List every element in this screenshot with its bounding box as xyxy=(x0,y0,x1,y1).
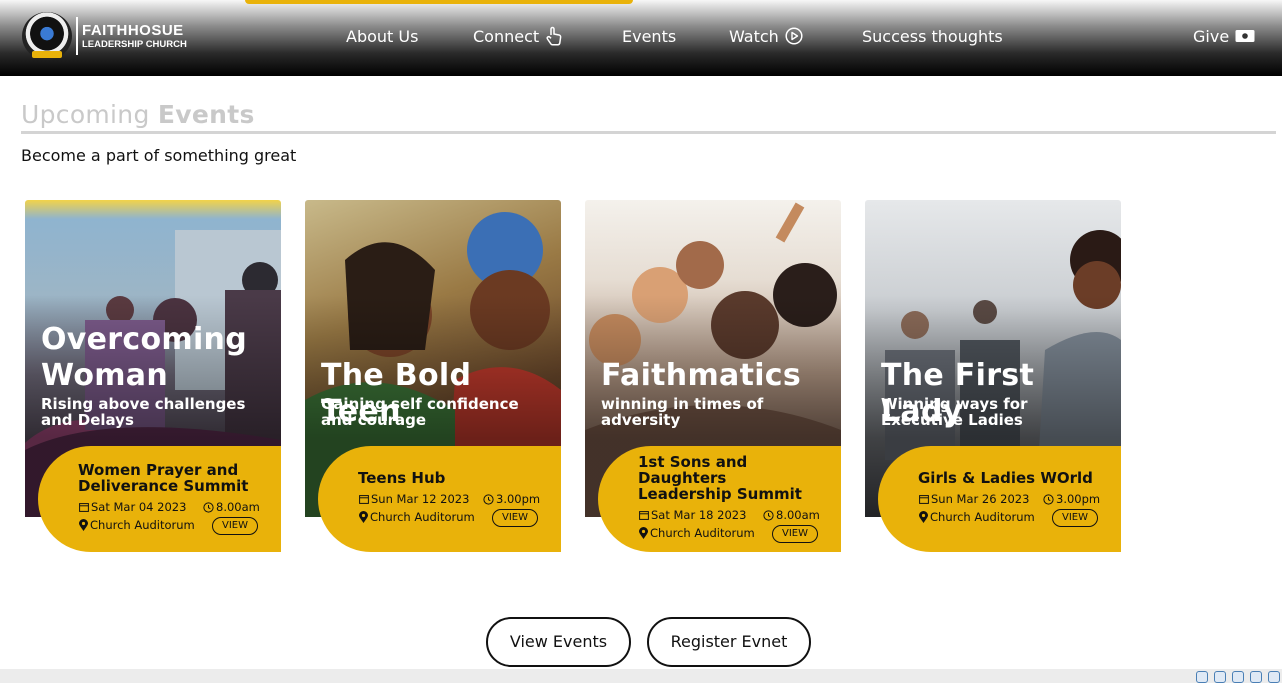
logo-text: FAITHHOSUE LEADERSHIP CHURCH xyxy=(82,23,187,50)
view-events-button[interactable]: View Events xyxy=(486,617,631,667)
event-card-overcoming-woman[interactable]: Overcoming Woman Rising above challenges… xyxy=(25,200,281,552)
event-headline-2: Woman xyxy=(41,358,168,393)
view-button[interactable]: VIEW xyxy=(772,525,818,543)
event-date: Sun Mar 12 2023 xyxy=(359,492,469,506)
register-event-button[interactable]: Register Evnet xyxy=(647,617,811,667)
event-venue-text: Church Auditorum xyxy=(930,510,1035,524)
tray-icon[interactable] xyxy=(1232,671,1244,683)
event-tagline-2: and Delays xyxy=(41,411,134,429)
tray-icon[interactable] xyxy=(1214,671,1226,683)
event-headline: Faithmatics xyxy=(601,358,802,393)
event-tagline-2: adversity xyxy=(601,411,681,429)
event-venue-text: Church Auditorum xyxy=(370,510,475,524)
map-pin-icon xyxy=(79,519,88,531)
nav-about-us-label: About Us xyxy=(346,26,419,46)
nav-connect-label: Connect xyxy=(473,26,540,46)
nav-events[interactable]: Events xyxy=(622,24,676,48)
section-title: Upcoming Events xyxy=(21,100,255,129)
event-date: Sat Mar 04 2023 xyxy=(79,500,186,514)
event-venue-text: Church Auditorum xyxy=(650,526,755,540)
map-pin-icon xyxy=(639,527,648,539)
church-logo[interactable]: FAITHHOSUE LEADERSHIP CHURCH xyxy=(22,12,187,60)
play-circle-icon xyxy=(785,27,803,45)
event-date-text: Sun Mar 12 2023 xyxy=(371,492,470,506)
event-time-text: 3.00pm xyxy=(496,492,541,506)
logo-name: FAITHHOSUE xyxy=(82,21,184,39)
calendar-icon xyxy=(639,511,649,520)
calendar-icon xyxy=(919,495,929,504)
event-date: Sat Mar 18 2023 xyxy=(639,508,746,522)
nav-success-thoughts-label: Success thoughts xyxy=(862,26,1003,46)
event-venue: Church Auditorum xyxy=(919,510,1035,524)
section-title-bold: Events xyxy=(157,100,255,129)
calendar-icon xyxy=(79,503,89,512)
event-time: 3.00pm xyxy=(483,492,540,506)
clock-icon xyxy=(203,501,214,513)
section-subtitle: Become a part of something great xyxy=(21,146,297,165)
event-tagline: Winning ways for xyxy=(881,395,1028,413)
browser-status-bar xyxy=(0,669,1282,683)
event-time-text: 3.00pm xyxy=(1056,492,1101,506)
event-title: 1st Sons and xyxy=(638,453,748,471)
event-time-text: 8.00am xyxy=(216,500,260,514)
event-tagline: winning in times of xyxy=(601,395,764,413)
event-tagline: Gaining self confidence xyxy=(321,395,519,413)
logo-subname: LEADERSHIP CHURCH xyxy=(82,38,187,50)
event-venue: Church Auditorum xyxy=(79,518,195,532)
event-venue: Church Auditorum xyxy=(359,510,475,524)
event-venue-text: Church Auditorum xyxy=(90,518,195,532)
section-title-rule xyxy=(21,131,1276,134)
nav-success-thoughts[interactable]: Success thoughts xyxy=(862,24,1003,48)
event-tagline-2: and courage xyxy=(321,411,427,429)
logo-divider xyxy=(76,17,78,55)
event-tagline: Rising above challenges xyxy=(41,395,246,413)
event-title: Teens Hub xyxy=(358,469,446,487)
event-title: Women Prayer and xyxy=(78,461,239,479)
money-bill-icon xyxy=(1235,30,1255,42)
event-venue: Church Auditorum xyxy=(639,526,755,540)
clock-icon xyxy=(1043,493,1054,505)
nav-watch-label: Watch xyxy=(729,26,779,46)
map-pin-icon xyxy=(919,511,928,523)
nav-connect[interactable]: Connect xyxy=(473,24,563,48)
tray-icon[interactable] xyxy=(1268,671,1280,683)
event-time: 8.00am xyxy=(203,500,260,514)
event-date-text: Sat Mar 04 2023 xyxy=(91,500,187,514)
event-title: Girls & Ladies WOrld xyxy=(918,469,1093,487)
view-button[interactable]: VIEW xyxy=(212,517,258,535)
event-date-text: Sun Mar 26 2023 xyxy=(931,492,1030,506)
event-card-the-bold-teen[interactable]: The Bold Teen Gaining self confidence an… xyxy=(305,200,561,552)
clock-icon xyxy=(483,493,494,505)
view-button[interactable]: VIEW xyxy=(1052,509,1098,527)
nav-give-label: Give xyxy=(1193,26,1230,46)
nav-events-label: Events xyxy=(622,26,677,46)
nav-about-us[interactable]: About Us xyxy=(346,24,418,48)
tray-icon[interactable] xyxy=(1250,671,1262,683)
event-title-2: Deliverance Summit xyxy=(78,477,249,495)
map-pin-icon xyxy=(359,511,368,523)
section-title-light: Upcoming xyxy=(21,100,150,129)
nav-watch[interactable]: Watch xyxy=(729,24,803,48)
event-title-3: Leadership Summit xyxy=(638,485,802,503)
top-navigation-bar: FAITHHOSUE LEADERSHIP CHURCH About Us Co… xyxy=(0,0,1282,76)
nav-give[interactable]: Give xyxy=(1193,24,1255,48)
event-time: 3.00pm xyxy=(1043,492,1100,506)
event-time-text: 8.00am xyxy=(776,508,820,522)
tray-icon[interactable] xyxy=(1196,671,1208,683)
event-tagline-2: Executive Ladies xyxy=(881,411,1023,429)
event-headline: Overcoming xyxy=(41,322,247,357)
calendar-icon xyxy=(359,495,369,504)
clock-icon xyxy=(763,509,774,521)
event-date-text: Sat Mar 18 2023 xyxy=(651,508,747,522)
event-time: 8.00am xyxy=(763,508,820,522)
view-button[interactable]: VIEW xyxy=(492,509,538,527)
system-tray xyxy=(1196,671,1280,683)
hand-pointer-icon xyxy=(546,26,562,46)
event-title-2: Daughters xyxy=(638,469,727,487)
event-date: Sun Mar 26 2023 xyxy=(919,492,1029,506)
church-emblem-icon xyxy=(22,12,72,60)
accent-strip xyxy=(245,0,633,4)
event-card-the-first-lady[interactable]: The First Lady Winning ways for Executiv… xyxy=(865,200,1121,552)
event-card-faithmatics[interactable]: Faithmatics winning in times of adversit… xyxy=(585,200,841,552)
